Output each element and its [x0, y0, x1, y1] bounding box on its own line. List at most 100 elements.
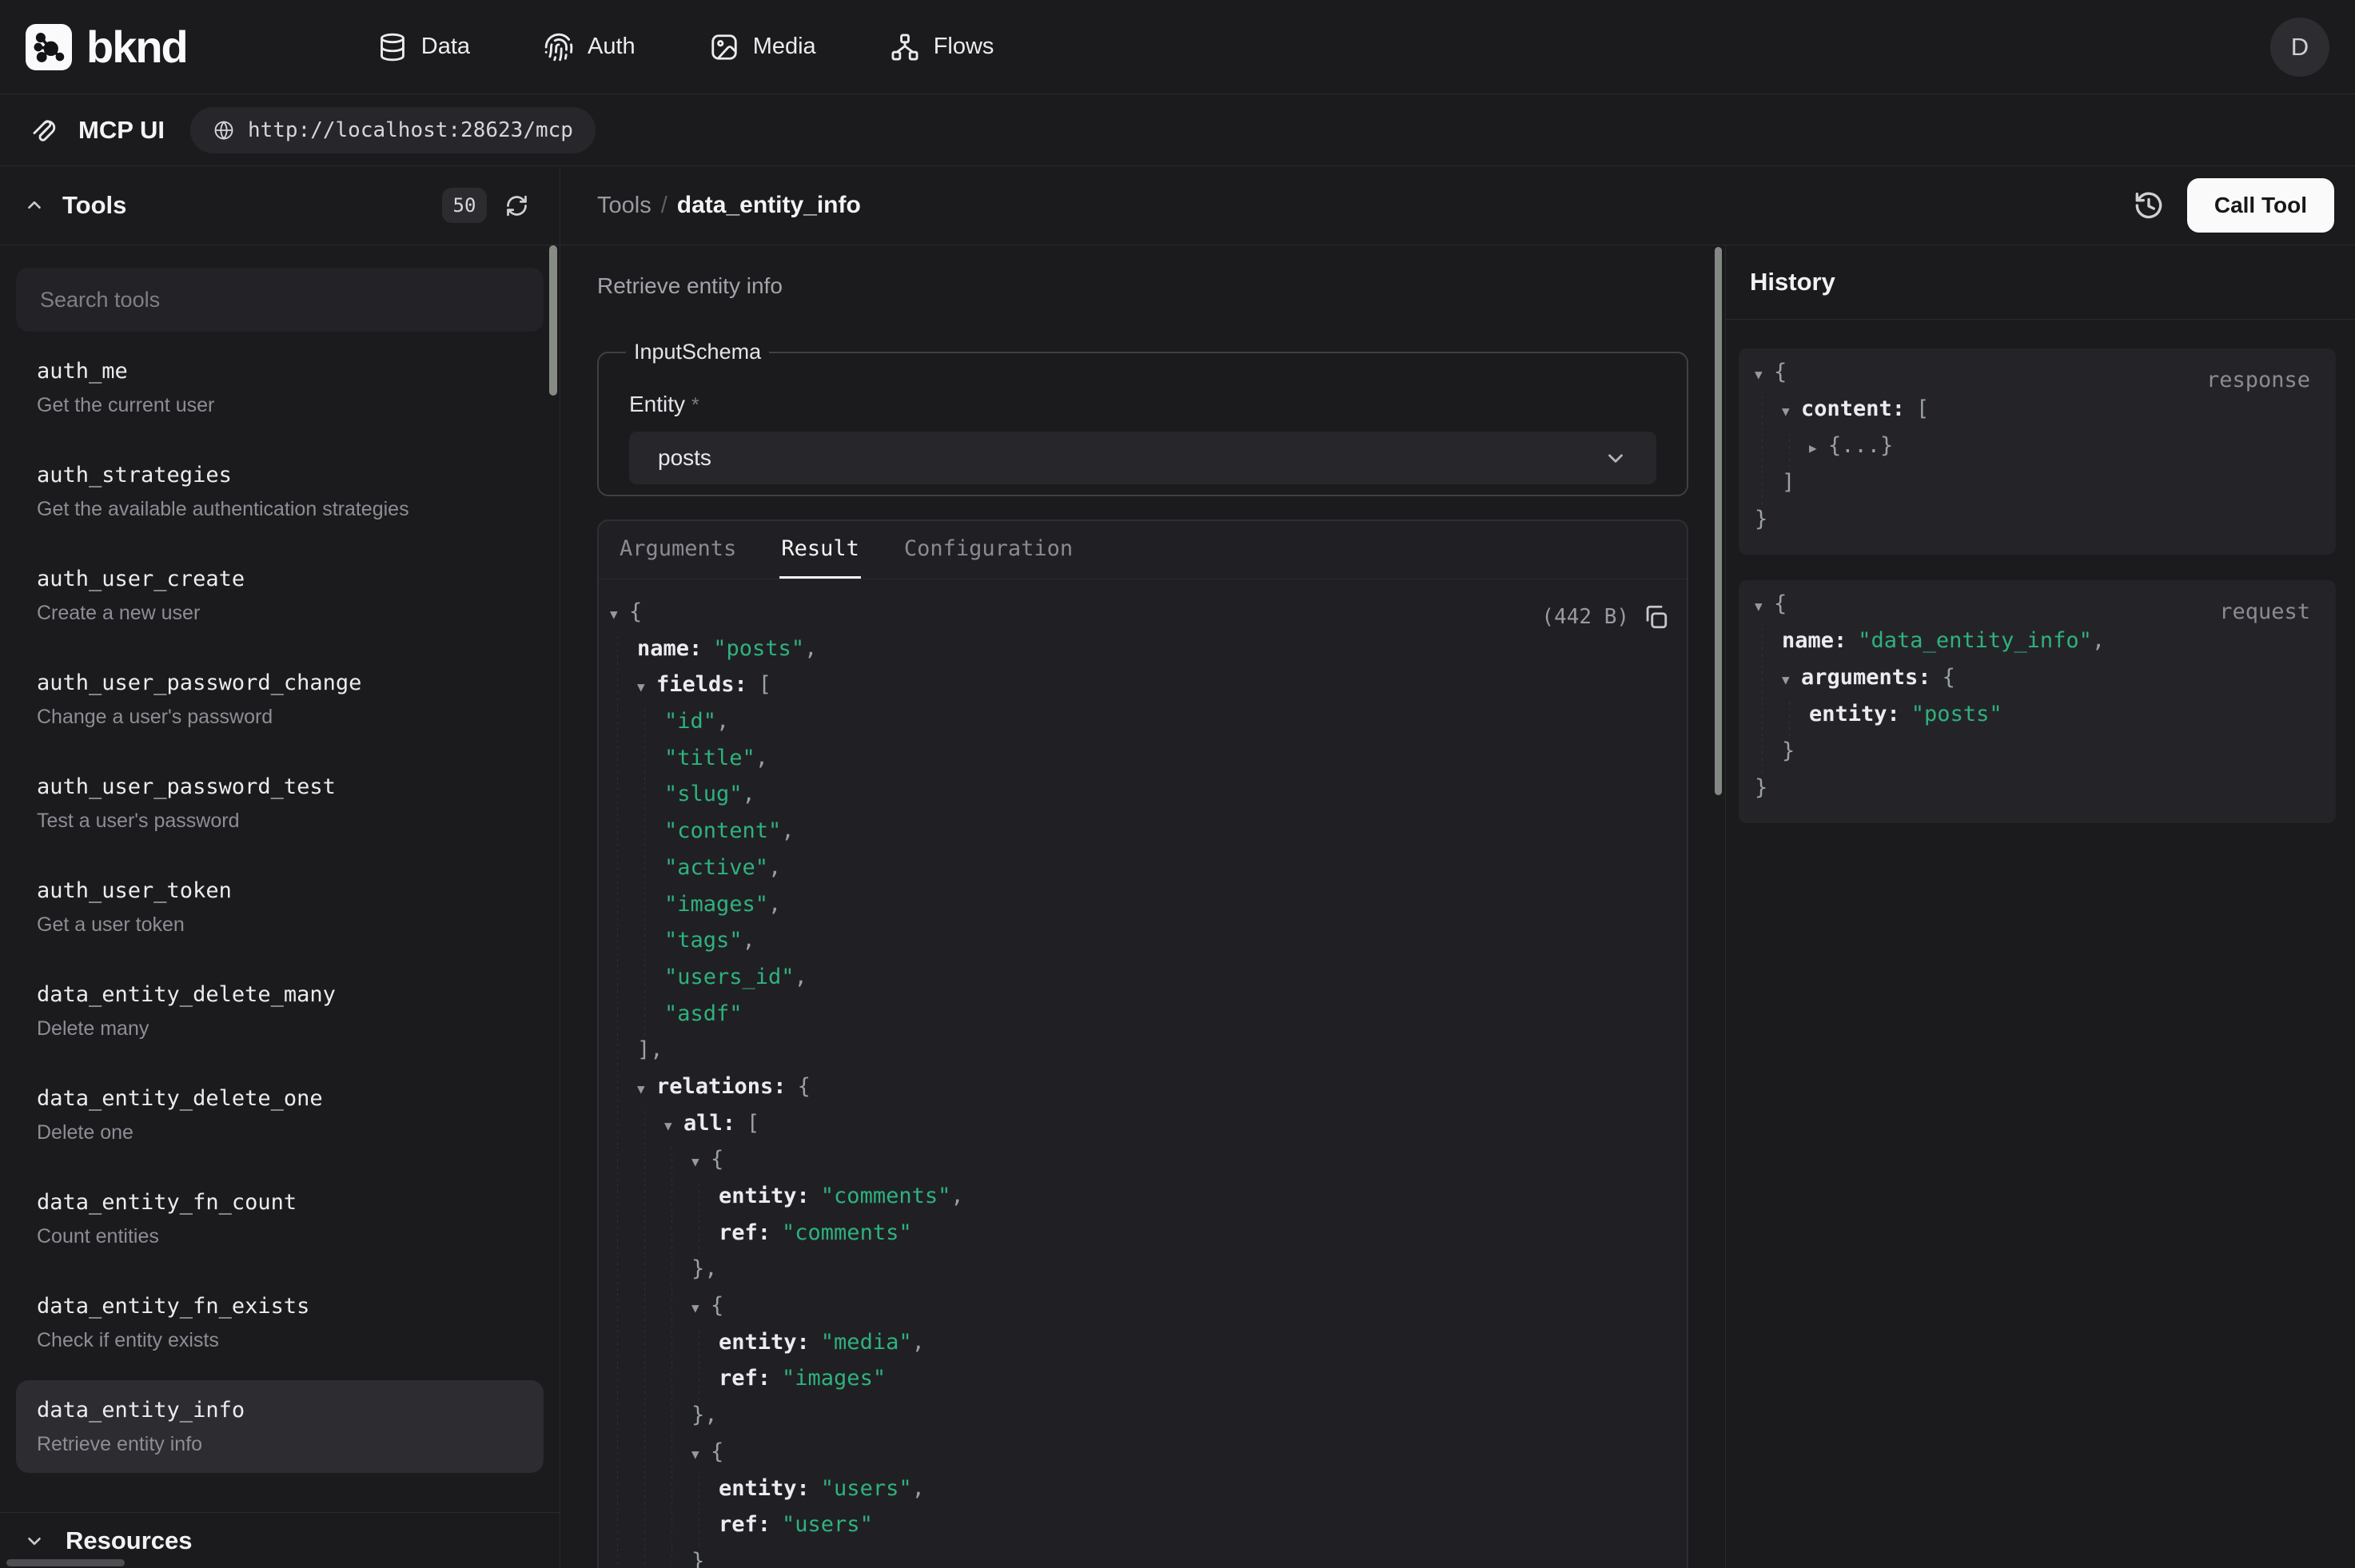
- main-menu: Data Auth Media Flows: [377, 32, 994, 62]
- nav-item-label: Data: [421, 34, 470, 60]
- nav-item-label: Media: [753, 34, 816, 60]
- input-schema-fieldset: InputSchema Entity* posts: [597, 340, 1688, 496]
- tool-detail-header: Tools/data_entity_info Call Tool: [560, 166, 2355, 245]
- input-schema-legend: InputSchema: [626, 340, 769, 364]
- nav-item-flows[interactable]: Flows: [890, 32, 994, 62]
- chevron-up-icon[interactable]: [24, 195, 45, 216]
- tools-sidebar: auth_meGet the current user auth_strategi…: [0, 245, 560, 1568]
- json-line: "active",: [610, 855, 1671, 892]
- tool-description: Create a new user: [37, 600, 523, 626]
- tool-description: Retrieve entity info: [37, 1431, 523, 1457]
- json-line: ▼relations:{: [610, 1074, 1671, 1111]
- triangle-down-icon[interactable]: ▼: [1755, 367, 1774, 382]
- json-line: "images",: [610, 892, 1671, 929]
- json-line: entity:"comments",: [610, 1184, 1671, 1220]
- sidebar-horizontal-scrollbar[interactable]: [6, 1559, 125, 1566]
- user-avatar[interactable]: D: [2270, 18, 2329, 77]
- history-clock-icon[interactable]: [2133, 189, 2165, 221]
- tool-list-item[interactable]: data_entity_fn_existsCheck if entity exi…: [16, 1276, 544, 1369]
- nav-item-data[interactable]: Data: [377, 32, 470, 62]
- tool-list-item[interactable]: data_entity_delete_manyDelete many: [16, 965, 544, 1057]
- mcp-bar: MCP UI http://localhost:28623/mcp: [0, 94, 2355, 166]
- tool-name: auth_user_create: [37, 565, 523, 594]
- resources-title: Resources: [66, 1526, 193, 1555]
- json-line: "users_id",: [610, 965, 1671, 1001]
- tool-list-item[interactable]: auth_user_tokenGet a user token: [16, 861, 544, 953]
- triangle-down-icon[interactable]: ▼: [691, 1447, 711, 1462]
- json-line: entity:"users",: [610, 1476, 1671, 1513]
- tools-count-badge: 50: [442, 188, 487, 223]
- breadcrumb: Tools/data_entity_info: [597, 192, 861, 219]
- json-line: ref:"comments": [610, 1220, 1671, 1257]
- search-input[interactable]: [16, 268, 544, 332]
- tool-list-item[interactable]: data_entity_fn_countCount entities: [16, 1172, 544, 1265]
- json-line: ▼content:[: [1755, 396, 2313, 433]
- tool-list-item[interactable]: auth_user_password_changeChange a user's…: [16, 653, 544, 746]
- triangle-down-icon[interactable]: ▼: [664, 1118, 683, 1133]
- tool-name: data_entity_fn_count: [37, 1188, 523, 1217]
- tab-arguments[interactable]: Arguments: [618, 521, 738, 579]
- result-panel: ArgumentsResultConfiguration (442 B) ▼{n…: [597, 519, 1688, 1568]
- json-line: ▼{: [610, 599, 1671, 636]
- json-line: },: [610, 1403, 1671, 1439]
- main-scrollbar[interactable]: [1715, 247, 1722, 795]
- tool-list-item[interactable]: auth_user_password_test Test a user's pas…: [16, 757, 544, 850]
- json-line: "title",: [610, 746, 1671, 782]
- tab-configuration[interactable]: Configuration: [903, 521, 1074, 579]
- copy-icon[interactable]: [1642, 603, 1669, 631]
- result-json-viewer: (442 B) ▼{name:"posts",▼fields:["id","ti…: [599, 579, 1687, 1568]
- tool-name: auth_user_password_test: [37, 773, 523, 802]
- fingerprint-icon: [544, 32, 574, 62]
- tool-list-item[interactable]: data_entity_delete_oneDelete one: [16, 1069, 544, 1161]
- history-cards: response▼{▼content:[▶{...}]}request▼{nam…: [1726, 320, 2355, 849]
- tool-list-item[interactable]: auth_user_create Create a new user: [16, 549, 544, 642]
- history-card-request[interactable]: request▼{name:"data_entity_info",▼argume…: [1739, 580, 2336, 823]
- json-line: name:"data_entity_info",: [1755, 628, 2313, 665]
- breadcrumb-section[interactable]: Tools: [597, 193, 652, 218]
- json-line: ▼fields:[: [610, 672, 1671, 709]
- header-row: Tools 50 Tools/data_entity_info Call Too…: [0, 166, 2355, 245]
- tools-panel-title: Tools: [62, 191, 126, 220]
- json-line: },: [610, 1256, 1671, 1293]
- json-line: ],: [610, 1037, 1671, 1074]
- sidebar-scrollbar[interactable]: [549, 245, 557, 396]
- tool-description: Retrieve entity info: [597, 273, 1688, 300]
- triangle-down-icon[interactable]: ▼: [691, 1154, 711, 1169]
- entity-field-label: Entity*: [629, 392, 1666, 417]
- json-line: entity:"media",: [610, 1330, 1671, 1367]
- nav-item-media[interactable]: Media: [709, 32, 816, 62]
- bknd-logo-icon: [26, 24, 72, 70]
- history-card-response[interactable]: response▼{▼content:[▶{...}]}: [1739, 348, 2336, 555]
- mcp-url-pill[interactable]: http://localhost:28623/mcp: [190, 107, 596, 153]
- brand[interactable]: bknd: [26, 21, 187, 73]
- tool-list-item[interactable]: auth_meGet the current user: [16, 341, 544, 434]
- tool-list-item[interactable]: data_entity_infoRetrieve entity info: [16, 1380, 544, 1473]
- json-line: name:"posts",: [610, 636, 1671, 673]
- call-tool-button[interactable]: Call Tool: [2187, 178, 2334, 233]
- triangle-down-icon[interactable]: ▼: [637, 1081, 656, 1096]
- tool-description: Get a user token: [37, 912, 523, 937]
- mcp-url: http://localhost:28623/mcp: [248, 118, 573, 142]
- triangle-down-icon[interactable]: ▼: [1782, 404, 1801, 419]
- triangle-down-icon[interactable]: ▼: [610, 607, 629, 622]
- nav-item-auth[interactable]: Auth: [544, 32, 636, 62]
- tool-list-item[interactable]: auth_strategiesGet the available authent…: [16, 445, 544, 538]
- refresh-icon[interactable]: [504, 193, 529, 218]
- tool-description: Check if entity exists: [37, 1327, 523, 1353]
- tool-name: auth_user_password_change: [37, 669, 523, 698]
- tool-detail-panel: Retrieve entity info InputSchema Entity*…: [560, 245, 1725, 1568]
- tool-description: Test a user's password: [37, 808, 523, 834]
- tool-name: data_entity_delete_one: [37, 1084, 523, 1113]
- json-line: ▼arguments:{: [1755, 665, 2313, 702]
- tab-result[interactable]: Result: [779, 521, 861, 579]
- json-line: ▼{: [610, 1439, 1671, 1476]
- json-line: ▼{: [610, 1147, 1671, 1184]
- triangle-down-icon[interactable]: ▼: [1782, 672, 1801, 687]
- triangle-right-icon[interactable]: ▶: [1809, 440, 1828, 456]
- triangle-down-icon[interactable]: ▼: [637, 679, 656, 694]
- triangle-down-icon[interactable]: ▼: [691, 1300, 711, 1315]
- tool-name: data_entity_delete_many: [37, 981, 523, 1009]
- top-nav: bknd Data Auth Media Flows D: [0, 0, 2355, 94]
- triangle-down-icon[interactable]: ▼: [1755, 599, 1774, 614]
- entity-select[interactable]: posts: [629, 432, 1656, 484]
